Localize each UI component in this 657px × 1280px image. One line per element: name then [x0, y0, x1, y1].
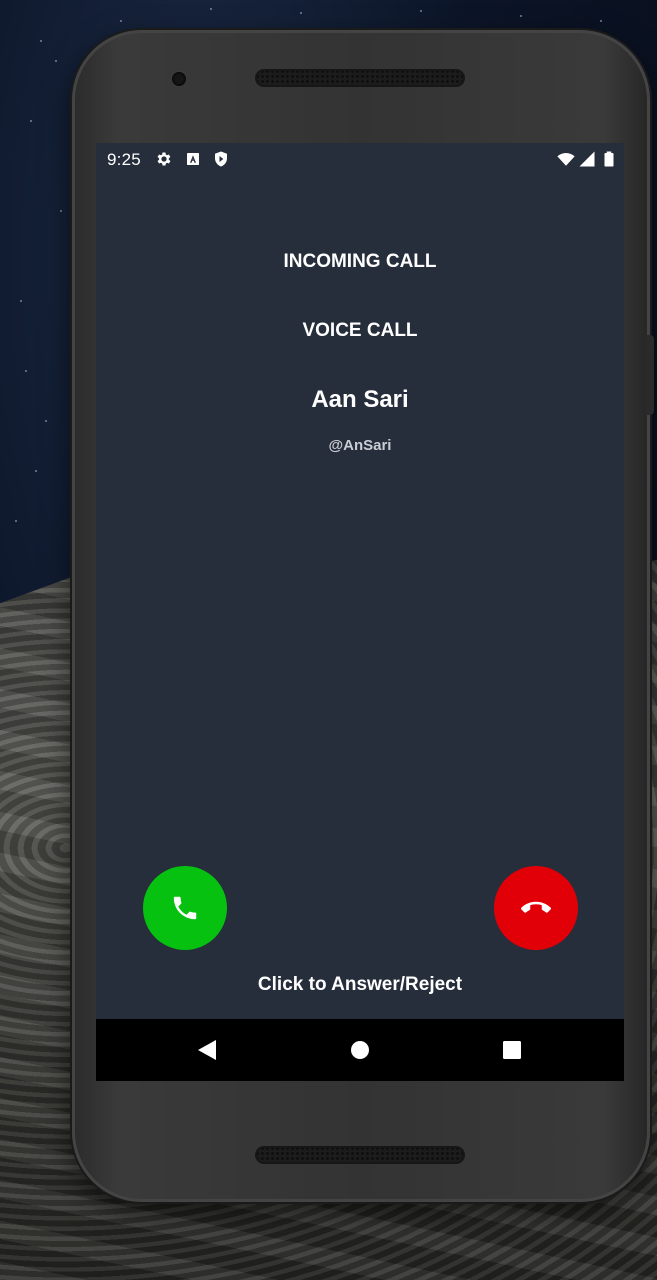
status-bar: 9:25 — [96, 143, 624, 175]
star — [120, 20, 122, 22]
recents-button[interactable] — [498, 1036, 526, 1064]
star — [40, 40, 42, 42]
recents-icon — [502, 1040, 522, 1060]
top-speaker-grille — [255, 69, 465, 87]
caller-name: Aan Sari — [311, 386, 409, 413]
star — [600, 20, 602, 22]
battery-icon — [600, 150, 618, 168]
star — [15, 520, 17, 522]
back-icon — [197, 1039, 217, 1061]
side-button — [646, 335, 654, 415]
phone-icon — [170, 893, 200, 923]
gear-icon — [155, 150, 173, 168]
incoming-call-heading: INCOMING CALL — [283, 251, 437, 272]
star — [45, 420, 47, 422]
signal-icon — [578, 150, 596, 168]
home-icon — [350, 1040, 370, 1060]
a-box-icon — [184, 150, 202, 168]
star — [55, 60, 57, 62]
phone-hangup-icon — [521, 893, 551, 923]
phone-screen: 9:25 INCOMING CALL VOICE CALL Aan Sari @… — [96, 143, 624, 1081]
star — [420, 10, 422, 12]
star — [210, 8, 212, 10]
back-button[interactable] — [193, 1036, 221, 1064]
answer-button[interactable] — [143, 866, 227, 950]
star — [25, 370, 27, 372]
star — [35, 470, 37, 472]
home-button[interactable] — [346, 1036, 374, 1064]
front-camera — [172, 72, 186, 86]
caller-handle: @AnSari — [328, 437, 392, 454]
star — [520, 15, 522, 17]
star — [20, 300, 22, 302]
bottom-speaker-grille — [255, 1146, 465, 1164]
shield-icon — [212, 150, 230, 168]
call-type-label: VOICE CALL — [302, 320, 418, 341]
navigation-bar — [96, 1019, 624, 1081]
wifi-icon — [557, 150, 575, 168]
reject-button[interactable] — [494, 866, 578, 950]
answer-reject-hint: Click to Answer/Reject — [257, 974, 463, 995]
star — [30, 120, 32, 122]
star — [300, 12, 302, 14]
star — [60, 210, 62, 212]
status-time: 9:25 — [107, 150, 141, 169]
